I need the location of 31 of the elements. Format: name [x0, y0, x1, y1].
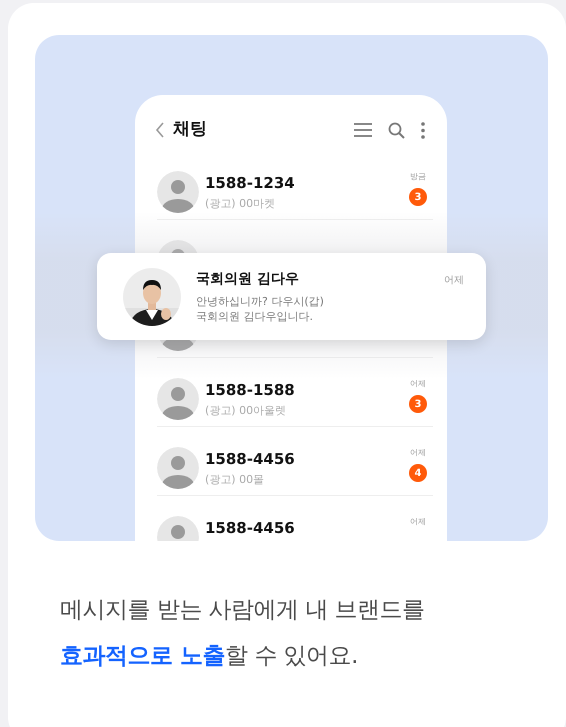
- chat-row[interactable]: 1588-4456 (광고) 00몰 어제 4: [157, 427, 433, 496]
- avatar-icon: [157, 171, 199, 213]
- back-icon[interactable]: [155, 121, 165, 139]
- chat-name: 1588-1234: [205, 173, 296, 193]
- chat-name: 1588-4456: [205, 449, 296, 469]
- more-icon[interactable]: [421, 122, 425, 138]
- message-preview: 안녕하십니까? 다우시(갑) 국회의원 김다우입니다.: [196, 294, 325, 324]
- chat-row[interactable]: 1588-1234 (광고) 00마켓 방금 3: [157, 151, 433, 220]
- unread-count: 3: [409, 188, 427, 206]
- notification-card[interactable]: 국회의원 김다우 안녕하십니까? 다우시(갑) 국회의원 김다우입니다. 어제: [97, 253, 486, 340]
- chat-row[interactable]: 1588-4456 어제: [157, 496, 433, 541]
- unread-count: 3: [409, 395, 427, 413]
- chat-name: 1588-1588: [205, 380, 296, 400]
- unread-count: 4: [409, 464, 427, 482]
- chat-name: 1588-4456: [205, 518, 296, 538]
- chat-row[interactable]: 1588-1588 (광고) 00아울렛 어제 3: [157, 358, 433, 427]
- menu-icon[interactable]: [354, 123, 372, 137]
- chat-preview: (광고) 00몰: [205, 472, 266, 488]
- avatar-icon: [157, 447, 199, 489]
- chat-time: 어제: [410, 378, 426, 390]
- chat-time: 방금: [410, 171, 426, 183]
- notification-time: 어제: [444, 274, 464, 288]
- screen-title: 채팅: [173, 118, 207, 142]
- chat-time: 어제: [410, 516, 426, 528]
- search-icon[interactable]: [388, 122, 405, 138]
- chat-preview: (광고) 00마켓: [205, 196, 276, 212]
- avatar-icon: [157, 378, 199, 420]
- chat-preview: (광고) 00아울렛: [205, 403, 288, 419]
- sender-name: 국회의원 김다우: [196, 270, 300, 288]
- chat-time: 어제: [410, 447, 426, 459]
- caption-text: 메시지를 받는 사람에게 내 브랜드를 효과적으로 노출할 수 있어요.: [60, 596, 426, 671]
